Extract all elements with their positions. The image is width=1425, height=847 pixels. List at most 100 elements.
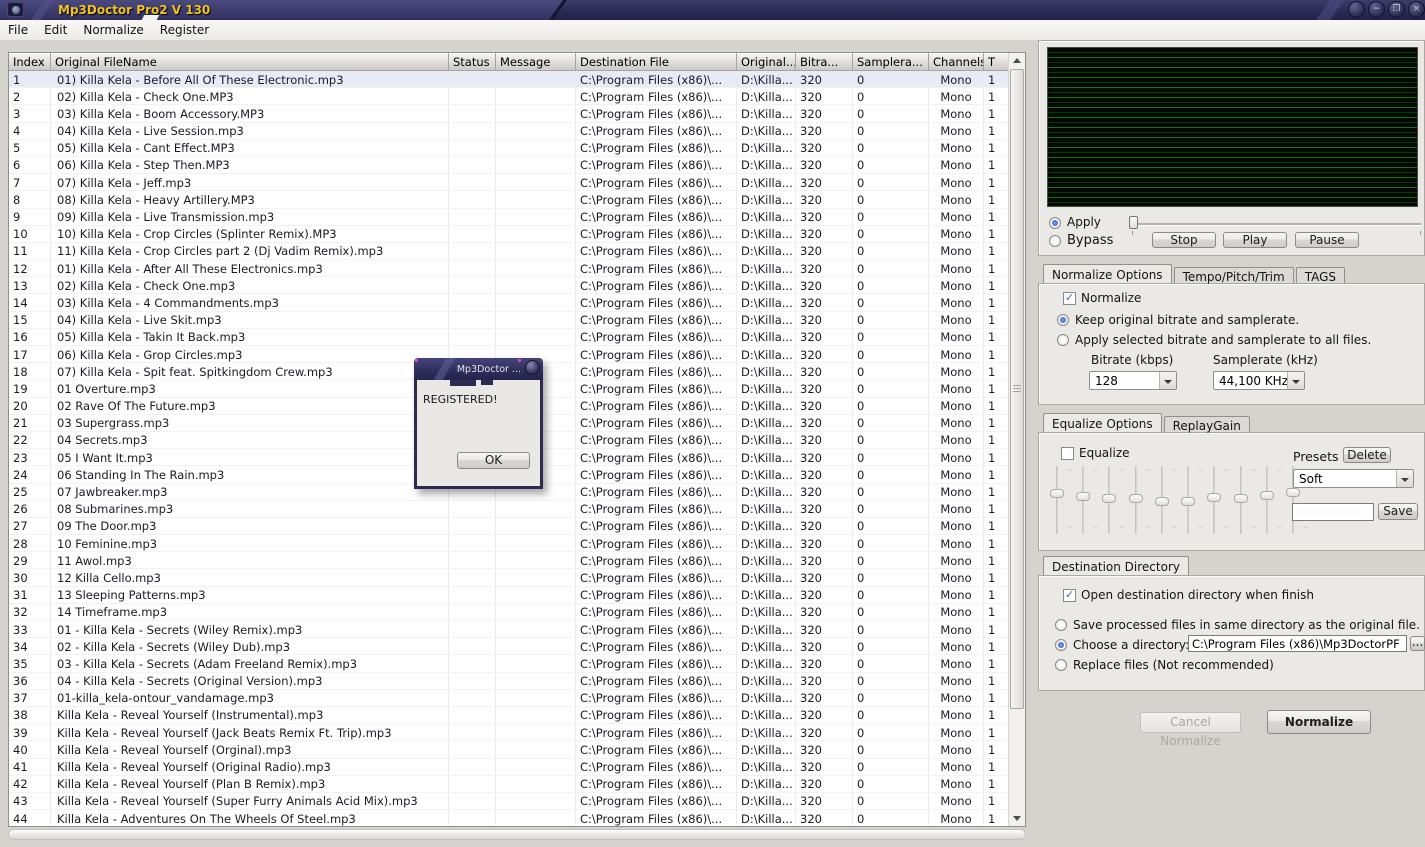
vertical-scrollbar[interactable]: [1008, 53, 1025, 826]
restore-button[interactable]: ❐: [1388, 1, 1405, 18]
eq-slider[interactable]: [1259, 466, 1275, 534]
eq-slider-thumb[interactable]: [1155, 497, 1169, 506]
same-directory-radio[interactable]: [1055, 619, 1067, 631]
equalize-label[interactable]: Equalize: [1079, 446, 1130, 460]
keep-original-radio[interactable]: [1057, 314, 1069, 326]
scrollbar-thumb[interactable]: [1010, 69, 1024, 709]
table-row[interactable]: 34 02 - Killa Kela - Secrets (Wiley Dub)…: [9, 638, 1008, 655]
same-directory-label[interactable]: Save processed files in same directory a…: [1073, 618, 1420, 632]
table-row[interactable]: 26 08 Submarines.mp3 C:\Program Files (x…: [9, 501, 1008, 518]
eq-slider-thumb[interactable]: [1050, 489, 1064, 498]
table-row[interactable]: 16 05) Killa Kela - Takin It Back.mp3 C:…: [9, 329, 1008, 346]
system-menu-button[interactable]: [1348, 1, 1365, 18]
eq-slider-thumb[interactable]: [1207, 493, 1221, 502]
table-row[interactable]: 14 03) Killa Kela - 4 Commandments.mp3 C…: [9, 294, 1008, 311]
close-button[interactable]: ×: [1408, 1, 1425, 18]
menu-item[interactable]: File: [0, 20, 36, 40]
table-row[interactable]: 33 01 - Killa Kela - Secrets (Wiley Remi…: [9, 621, 1008, 638]
table-row[interactable]: 38 Killa Kela - Reveal Yourself (Instrum…: [9, 707, 1008, 724]
open-destination-label[interactable]: Open destination directory when finish: [1081, 588, 1314, 602]
eq-slider-thumb[interactable]: [1076, 492, 1090, 501]
table-row[interactable]: 43 Killa Kela - Reveal Yourself (Super F…: [9, 793, 1008, 810]
apply-radio[interactable]: [1049, 217, 1061, 229]
table-row[interactable]: 15 04) Killa Kela - Live Skit.mp3 C:\Pro…: [9, 312, 1008, 329]
bypass-label[interactable]: Bypass: [1067, 233, 1113, 248]
eq-slider[interactable]: [1154, 466, 1170, 534]
eq-slider[interactable]: [1180, 466, 1196, 534]
apply-label[interactable]: Apply: [1067, 215, 1101, 229]
eq-slider[interactable]: [1075, 466, 1091, 534]
normalize-label[interactable]: Normalize: [1081, 291, 1141, 305]
keep-original-label[interactable]: Keep original bitrate and samplerate.: [1075, 313, 1299, 327]
play-button[interactable]: Play: [1223, 232, 1287, 248]
bitrate-select[interactable]: 128: [1089, 371, 1177, 390]
table-row[interactable]: 6 06) Killa Kela - Step Then.MP3 C:\Prog…: [9, 157, 1008, 174]
delete-preset-button[interactable]: Delete: [1343, 447, 1391, 463]
open-destination-checkbox[interactable]: [1063, 589, 1076, 602]
stop-button[interactable]: Stop: [1152, 232, 1216, 248]
table-row[interactable]: 10 10) Killa Kela - Crop Circles (Splint…: [9, 226, 1008, 243]
column-header[interactable]: T: [984, 53, 1008, 70]
column-header[interactable]: Status: [449, 53, 496, 70]
table-row[interactable]: 29 11 Awol.mp3 C:\Program Files (x86)\..…: [9, 552, 1008, 569]
eq-slider-thumb[interactable]: [1286, 488, 1300, 497]
table-row[interactable]: 7 07) Killa Kela - Jeff.mp3 C:\Program F…: [9, 174, 1008, 191]
table-row[interactable]: 41 Killa Kela - Reveal Yourself (Origina…: [9, 759, 1008, 776]
normalize-button[interactable]: Normalize: [1267, 710, 1371, 734]
table-row[interactable]: 11 11) Killa Kela - Crop Circles part 2 …: [9, 243, 1008, 260]
table-row[interactable]: 3 03) Killa Kela - Boom Accessory.MP3 C:…: [9, 105, 1008, 122]
apply-selected-radio[interactable]: [1057, 334, 1069, 346]
browse-button[interactable]: ...: [1410, 636, 1425, 651]
samplerate-select[interactable]: 44,100 KHz: [1213, 371, 1305, 390]
column-header[interactable]: Destination File: [576, 53, 737, 70]
table-row[interactable]: 37 01-killa_kela-ontour_vandamage.mp3 C:…: [9, 690, 1008, 707]
column-header[interactable]: Samplera...: [853, 53, 929, 70]
eq-slider-thumb[interactable]: [1181, 497, 1195, 506]
eq-slider[interactable]: [1233, 466, 1249, 534]
table-row[interactable]: 42 Killa Kela - Reveal Yourself (Plan B …: [9, 776, 1008, 793]
bypass-radio[interactable]: [1049, 235, 1061, 247]
eq-slider-thumb[interactable]: [1102, 494, 1116, 503]
table-row[interactable]: 31 13 Sleeping Patterns.mp3 C:\Program F…: [9, 587, 1008, 604]
horizontal-scrollbar[interactable]: [8, 829, 1026, 840]
table-row[interactable]: 8 08) Killa Kela - Heavy Artillery.MP3 C…: [9, 191, 1008, 208]
pause-button[interactable]: Pause: [1295, 232, 1359, 248]
eq-slider-thumb[interactable]: [1129, 494, 1143, 503]
table-row[interactable]: 44 Killa Kela - Adventures On The Wheels…: [9, 810, 1008, 826]
table-row[interactable]: 9 09) Killa Kela - Live Transmission.mp3…: [9, 209, 1008, 226]
tab[interactable]: Destination Directory: [1043, 556, 1189, 575]
table-row[interactable]: 35 03 - Killa Kela - Secrets (Adam Freel…: [9, 655, 1008, 672]
eq-slider[interactable]: [1101, 466, 1117, 534]
eq-slider[interactable]: [1049, 466, 1065, 534]
table-row[interactable]: 27 09 The Door.mp3 C:\Program Files (x86…: [9, 518, 1008, 535]
equalize-checkbox[interactable]: [1061, 447, 1074, 460]
cancel-normalize-button[interactable]: Cancel Normalize: [1140, 712, 1241, 733]
seek-slider-thumb[interactable]: [1129, 216, 1138, 229]
choose-directory-radio[interactable]: [1055, 639, 1067, 651]
minimize-button[interactable]: −: [1368, 1, 1385, 18]
menu-item[interactable]: Edit: [36, 20, 75, 40]
seek-slider-track[interactable]: [1131, 223, 1421, 225]
table-row[interactable]: 40 Killa Kela - Reveal Yourself (Orginal…: [9, 741, 1008, 758]
replace-files-label[interactable]: Replace files (Not recommended): [1073, 658, 1274, 672]
scroll-down-button[interactable]: [1009, 810, 1025, 826]
table-row[interactable]: 4 04) Killa Kela - Live Session.mp3 C:\P…: [9, 123, 1008, 140]
table-row[interactable]: 2 02) Killa Kela - Check One.MP3 C:\Prog…: [9, 88, 1008, 105]
table-row[interactable]: 28 10 Feminine.mp3 C:\Program Files (x86…: [9, 535, 1008, 552]
table-row[interactable]: 36 04 - Killa Kela - Secrets (Original V…: [9, 673, 1008, 690]
tab[interactable]: Equalize Options: [1043, 413, 1162, 432]
column-header[interactable]: Channels: [929, 53, 984, 70]
menu-item[interactable]: Normalize: [75, 20, 151, 40]
directory-input[interactable]: [1188, 635, 1407, 652]
tab[interactable]: ReplayGain: [1164, 416, 1250, 432]
table-row[interactable]: 1 01) Killa Kela - Before All Of These E…: [9, 71, 1008, 88]
column-header[interactable]: Message: [496, 53, 576, 70]
ok-button[interactable]: OK: [457, 452, 530, 469]
apply-selected-label[interactable]: Apply selected bitrate and samplerate to…: [1075, 333, 1371, 347]
eq-slider[interactable]: [1128, 466, 1144, 534]
normalize-checkbox[interactable]: [1063, 292, 1076, 305]
choose-directory-label[interactable]: Choose a directory:: [1073, 638, 1189, 652]
preset-name-input[interactable]: [1292, 503, 1374, 521]
tab[interactable]: TAGS: [1296, 267, 1345, 283]
tab[interactable]: Tempo/Pitch/Trim: [1174, 267, 1294, 283]
